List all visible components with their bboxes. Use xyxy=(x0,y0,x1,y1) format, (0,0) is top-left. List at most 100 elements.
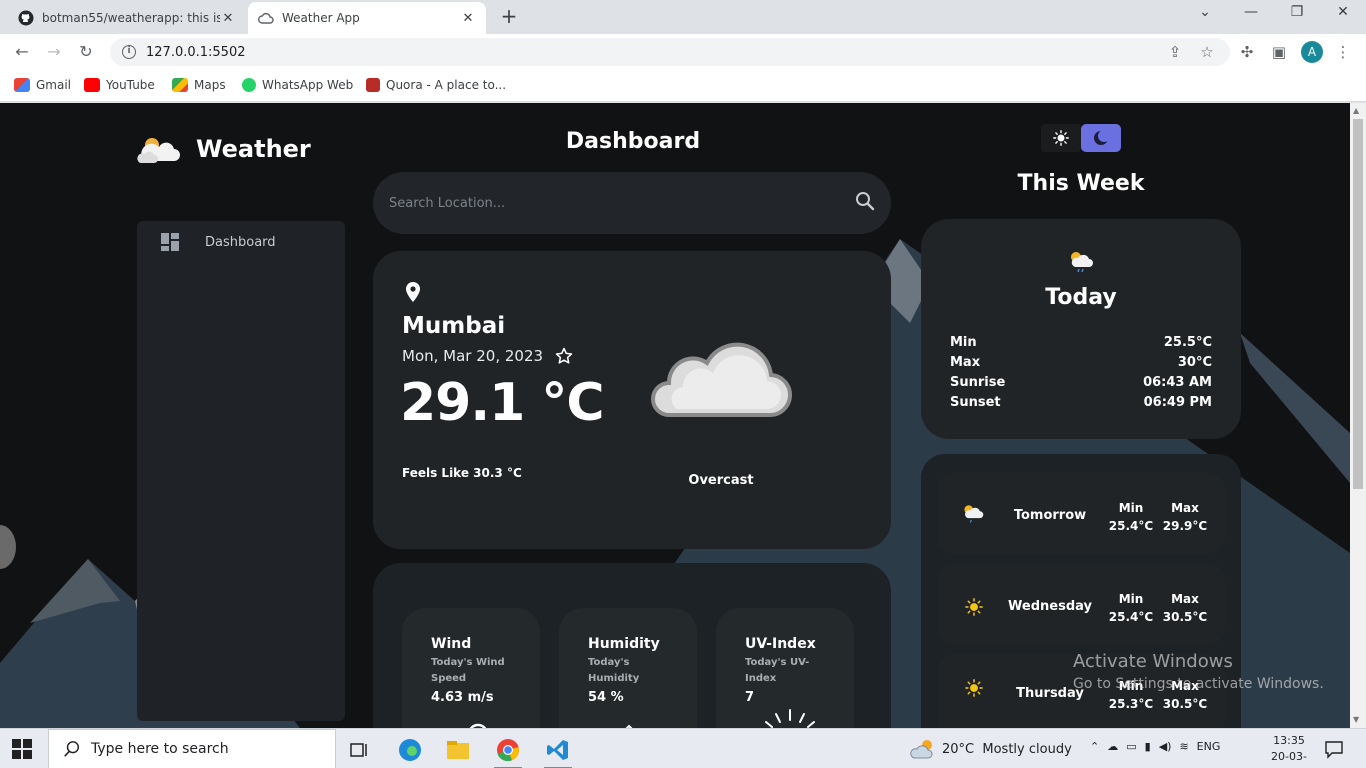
light-mode-button[interactable] xyxy=(1041,124,1081,152)
site-info-icon[interactable]: i xyxy=(122,45,136,59)
forecast-min: Min 25.4°C xyxy=(1105,590,1157,626)
notification-center-icon[interactable] xyxy=(1324,739,1344,759)
current-date: Mon, Mar 20, 2023 xyxy=(402,347,544,365)
profile-avatar[interactable]: A xyxy=(1301,41,1323,63)
search-icon xyxy=(64,741,80,757)
reload-button[interactable]: ↻ xyxy=(76,42,96,62)
taskbar-search-placeholder: Type here to search xyxy=(91,741,229,757)
language-indicator[interactable]: ENG xyxy=(1197,740,1221,753)
bookmark-quora[interactable]: Quora - A place to... xyxy=(366,78,506,92)
windows-start-icon[interactable] xyxy=(12,739,32,759)
bookmark-star-icon[interactable]: ☆ xyxy=(1198,43,1216,61)
onedrive-cloud-icon[interactable]: ☁ xyxy=(1107,740,1118,753)
favorite-star-icon[interactable] xyxy=(555,347,573,365)
share-icon[interactable]: ⇪ xyxy=(1166,43,1184,61)
today-title: Today xyxy=(1045,285,1117,310)
minimize-button[interactable]: — xyxy=(1228,4,1274,28)
bookmark-whatsapp[interactable]: WhatsApp Web xyxy=(242,78,353,92)
wifi-icon[interactable]: ≋ xyxy=(1179,740,1188,753)
close-tab-icon[interactable]: ✕ xyxy=(460,11,476,26)
sun-icon xyxy=(1053,130,1069,146)
theme-toggle[interactable] xyxy=(1041,124,1121,152)
sun-icon xyxy=(965,679,983,697)
search-icon[interactable] xyxy=(855,191,875,211)
vscode-icon[interactable] xyxy=(538,734,578,768)
tray-chevron-up-icon[interactable]: ⌃ xyxy=(1090,740,1099,753)
logo-text: Weather xyxy=(196,135,311,163)
browser-tab-github[interactable]: botman55/weatherapp: this is a w ✕ xyxy=(8,2,246,34)
feels-like: Feels Like 30.3 °C xyxy=(402,466,522,480)
close-window-button[interactable]: ✕ xyxy=(1320,4,1366,28)
search-input[interactable] xyxy=(389,195,829,211)
wind-card: Wind Today's Wind Speed 4.63 m/s xyxy=(402,608,540,728)
cloud-sun-logo-icon xyxy=(137,138,180,163)
side-panel-icon[interactable]: ▣ xyxy=(1270,43,1288,61)
gmail-icon xyxy=(14,78,30,92)
today-min-label: Min xyxy=(950,335,977,350)
extensions-icon[interactable]: ✣ xyxy=(1238,43,1256,61)
battery-icon[interactable]: ▮ xyxy=(1145,740,1151,753)
taskbar-clock[interactable]: 13:35 20-03-2023 xyxy=(1258,733,1320,768)
page-scrollbar[interactable]: ▲ ▼ xyxy=(1350,103,1366,728)
forecast-day: Wednesday xyxy=(1008,599,1092,614)
back-button[interactable]: ← xyxy=(12,42,32,62)
bookmark-gmail[interactable]: Gmail xyxy=(14,78,71,92)
system-tray: ⌃ ☁ ▭ ▮ ◀) ≋ ENG xyxy=(1090,740,1220,753)
forecast-max-value: 29.9°C xyxy=(1162,519,1208,533)
wind-subtitle: Today's Wind Speed xyxy=(431,657,505,684)
today-max-value: 30°C xyxy=(1177,355,1212,370)
file-explorer-icon[interactable] xyxy=(438,734,478,766)
forecast-min-value: 25.4°C xyxy=(1108,519,1154,533)
wind-title: Wind xyxy=(431,636,472,652)
taskbar-weather-text: 20°C Mostly cloudy xyxy=(942,741,1072,757)
wind-value: 4.63 m/s xyxy=(431,690,494,705)
weather-app: Weather Dashboard Dashboard Mumbai Mon, … xyxy=(0,103,1350,728)
dark-mode-button[interactable] xyxy=(1081,124,1121,152)
close-tab-icon[interactable]: ✕ xyxy=(220,11,236,26)
clock-date: 20-03-2023 xyxy=(1271,750,1307,768)
today-sunrise-label: Sunrise xyxy=(950,375,1006,390)
scroll-down-arrow-icon[interactable]: ▼ xyxy=(1353,715,1359,724)
taskbar-search-box[interactable]: Type here to search xyxy=(48,729,336,768)
maps-icon xyxy=(172,78,188,92)
browser-tab-weather-app[interactable]: Weather App ✕ xyxy=(248,2,486,34)
edge-browser-icon[interactable] xyxy=(390,734,430,766)
today-card: Today Min 25.5°C Max 30°C Sunrise 06:43 … xyxy=(921,219,1241,439)
scroll-up-arrow-icon[interactable]: ▲ xyxy=(1353,106,1359,115)
new-tab-button[interactable]: + xyxy=(498,6,520,28)
sidebar-item-dashboard[interactable]: Dashboard xyxy=(161,233,276,251)
forecast-min-value: 25.3°C xyxy=(1108,697,1154,711)
forecast-card-tomorrow[interactable]: Tomorrow Min 25.4°C Max 29.9°C xyxy=(937,472,1225,554)
scrollbar-thumb[interactable] xyxy=(1353,119,1363,489)
moon-icon xyxy=(1094,130,1110,145)
search-bar xyxy=(373,172,891,234)
humidity-title: Humidity xyxy=(588,636,660,652)
menu-kebab-icon[interactable]: ⋮ xyxy=(1334,43,1352,61)
url-field[interactable]: i 127.0.0.1:5502 xyxy=(110,38,1230,66)
wind-icon xyxy=(469,723,487,728)
forecast-card-wednesday[interactable]: Wednesday Min 25.4°C Max 30.5°C xyxy=(937,563,1225,645)
sun-icon xyxy=(965,598,983,616)
network-icon[interactable]: ▭ xyxy=(1126,740,1136,753)
volume-icon[interactable]: ◀) xyxy=(1159,740,1172,753)
activate-windows-watermark: Activate Windows Go to Settings to activ… xyxy=(1073,651,1324,692)
watermark-subtitle: Go to Settings to activate Windows. xyxy=(1073,676,1324,692)
chrome-browser-icon[interactable] xyxy=(488,734,528,768)
restore-button[interactable]: ❐ xyxy=(1274,4,1320,28)
today-sunset-row: Sunset 06:49 PM xyxy=(950,395,1212,410)
dashboard-icon xyxy=(161,233,179,251)
forecast-max-label: Max xyxy=(1171,592,1199,606)
today-sunrise-value: 06:43 AM xyxy=(1143,375,1212,390)
bookmark-maps[interactable]: Maps xyxy=(172,78,226,92)
taskbar-weather-widget[interactable]: 20°C Mostly cloudy xyxy=(910,738,1072,760)
whatsapp-icon xyxy=(242,78,256,92)
uv-index-subtitle: Today's UV-Index xyxy=(745,657,810,684)
app-logo: Weather xyxy=(136,133,311,165)
location-pin-icon xyxy=(406,282,420,302)
forecast-max: Max 29.9°C xyxy=(1159,499,1211,535)
task-view-icon[interactable] xyxy=(340,734,380,766)
today-max-row: Max 30°C xyxy=(950,355,1212,370)
bookmark-youtube[interactable]: YouTube xyxy=(84,78,155,92)
forward-button[interactable]: → xyxy=(44,42,64,62)
tab-search-chevron-icon[interactable]: ⌄ xyxy=(1182,4,1228,28)
